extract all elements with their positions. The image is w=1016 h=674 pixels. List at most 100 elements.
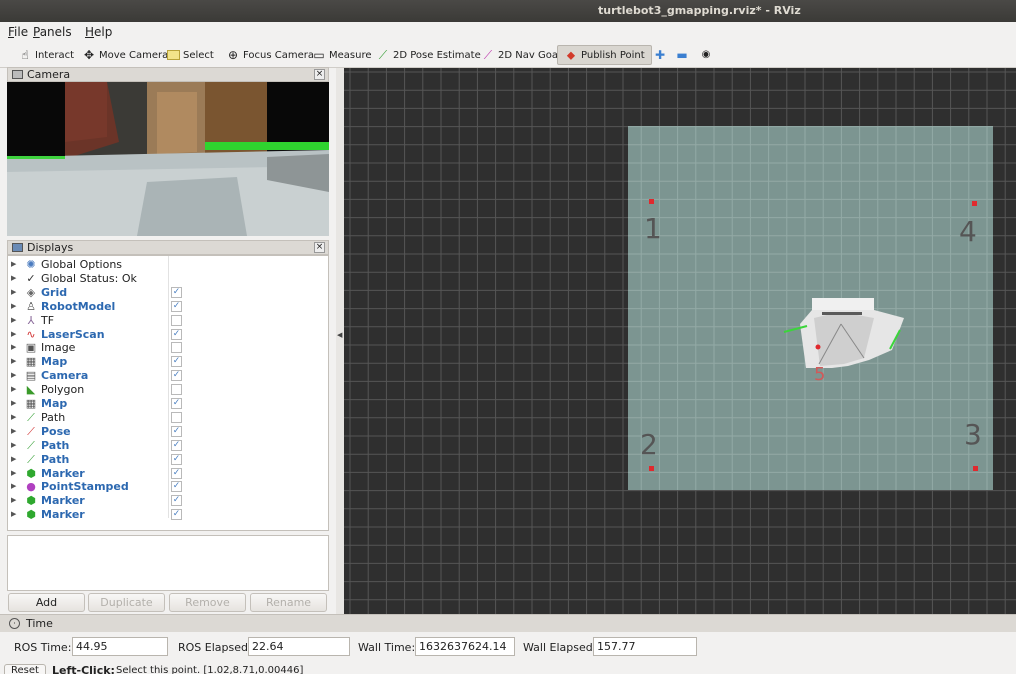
- pose-estimate-tool[interactable]: ⟋ 2D Pose Estimate: [376, 46, 481, 64]
- display-item[interactable]: ▶ ▤ Camera ✓: [8, 369, 328, 383]
- map-pin-icon: ⬥: [566, 48, 576, 62]
- reset-button[interactable]: Reset: [4, 664, 46, 674]
- interact-tool[interactable]: ☝ Interact: [18, 46, 74, 64]
- move-camera-tool[interactable]: ✥ Move Camera: [82, 46, 168, 64]
- goal-label: 5: [814, 364, 825, 385]
- enable-checkbox[interactable]: ✓: [171, 495, 182, 507]
- enable-checkbox[interactable]: ✓: [171, 356, 182, 368]
- display-item[interactable]: ▶ ● PointStamped ✓: [8, 480, 328, 494]
- ros-elapsed-field[interactable]: 22.64: [248, 637, 350, 656]
- display-item[interactable]: ▶ ⟋ Path ✓: [8, 453, 328, 467]
- marker-point-2[interactable]: [649, 466, 654, 471]
- wall-time-label: Wall Time:: [358, 641, 416, 654]
- expand-arrow-icon[interactable]: ▶: [11, 385, 16, 393]
- marker-point-1[interactable]: [649, 199, 654, 204]
- panel-splitter[interactable]: ◀: [336, 68, 344, 614]
- display-item-label: RobotModel: [41, 299, 116, 313]
- display-item[interactable]: ▶ ⬢ Marker ✓: [8, 494, 328, 508]
- select-tool[interactable]: Select: [167, 46, 214, 64]
- expand-arrow-icon[interactable]: ▶: [11, 302, 16, 310]
- view-dropdown-button[interactable]: ◉: [699, 46, 713, 64]
- displays-panel-header: Displays ×: [7, 240, 329, 255]
- expand-arrow-icon[interactable]: ▶: [11, 469, 16, 477]
- menu-help[interactable]: Help: [85, 25, 112, 39]
- expand-arrow-icon[interactable]: ▶: [11, 427, 16, 435]
- enable-checkbox[interactable]: ✓: [171, 481, 182, 493]
- publish-point-tool[interactable]: ⬥ Publish Point: [557, 45, 652, 65]
- menu-file[interactable]: File: [8, 25, 28, 39]
- display-item[interactable]: ▶ ◣ Polygon: [8, 383, 328, 397]
- expand-arrow-icon[interactable]: ▶: [11, 330, 16, 338]
- measure-label: Measure: [329, 49, 372, 61]
- add-tool-button[interactable]: ✚: [653, 46, 667, 64]
- wall-time-field[interactable]: 1632637624.14: [415, 637, 515, 656]
- 3d-viewport[interactable]: 1 4 2 3 5: [344, 68, 1016, 614]
- display-item[interactable]: ▶ ∿ LaserScan ✓: [8, 328, 328, 342]
- display-item[interactable]: ▶ ⬢ Marker ✓: [8, 467, 328, 481]
- enable-checkbox[interactable]: ✓: [171, 509, 182, 521]
- remove-button[interactable]: Remove: [169, 593, 246, 612]
- enable-checkbox[interactable]: [171, 314, 182, 326]
- enable-checkbox[interactable]: ✓: [171, 453, 182, 465]
- expand-arrow-icon[interactable]: ▶: [11, 274, 16, 282]
- laser-icon: ∿: [26, 327, 36, 341]
- measure-tool[interactable]: ▭ Measure: [312, 46, 372, 64]
- display-item[interactable]: ▶ ▦ Map ✓: [8, 355, 328, 369]
- enable-checkbox[interactable]: ✓: [171, 286, 182, 298]
- displays-panel-title: Displays: [27, 241, 74, 254]
- expand-arrow-icon[interactable]: ▶: [11, 357, 16, 365]
- display-item[interactable]: ▶ ⬢ Marker ✓: [8, 508, 328, 522]
- expand-arrow-icon[interactable]: ▶: [11, 371, 16, 379]
- marker-point-4[interactable]: [972, 201, 977, 206]
- close-icon[interactable]: ×: [314, 242, 325, 253]
- expand-arrow-icon[interactable]: ▶: [11, 260, 16, 268]
- close-icon[interactable]: ×: [314, 69, 325, 80]
- expand-arrow-icon[interactable]: ▶: [11, 441, 16, 449]
- goal-point[interactable]: [815, 344, 821, 350]
- expand-arrow-icon[interactable]: ▶: [11, 413, 16, 421]
- corner-label-2: 2: [640, 428, 658, 461]
- publish-point-label: Publish Point: [581, 49, 645, 61]
- display-item[interactable]: ▶ ⟋ Path ✓: [8, 439, 328, 453]
- expand-arrow-icon[interactable]: ▶: [11, 510, 16, 518]
- enable-checkbox[interactable]: ✓: [171, 439, 182, 451]
- menu-panels[interactable]: Panels: [33, 25, 72, 39]
- display-item[interactable]: ▶ ✓ Global Status: Ok: [8, 272, 328, 286]
- enable-checkbox[interactable]: ✓: [171, 300, 182, 312]
- enable-checkbox[interactable]: ✓: [171, 328, 182, 340]
- display-item[interactable]: ▶ ▣ Image: [8, 341, 328, 355]
- display-item[interactable]: ▶ ⅄ TF: [8, 314, 328, 328]
- remove-tool-button[interactable]: ▬: [675, 46, 689, 64]
- enable-checkbox[interactable]: ✓: [171, 467, 182, 479]
- expand-arrow-icon[interactable]: ▶: [11, 455, 16, 463]
- display-item[interactable]: ▶ ⟋ Path: [8, 411, 328, 425]
- enable-checkbox[interactable]: ✓: [171, 398, 182, 409]
- duplicate-button[interactable]: Duplicate: [88, 593, 165, 612]
- add-button[interactable]: Add: [8, 593, 85, 612]
- expand-arrow-icon[interactable]: ▶: [11, 399, 16, 407]
- expand-arrow-icon[interactable]: ▶: [11, 288, 16, 296]
- ros-time-field[interactable]: 44.95: [72, 637, 168, 656]
- enable-checkbox[interactable]: [171, 384, 182, 396]
- display-item[interactable]: ▶ ▦ Map ✓: [8, 397, 328, 411]
- focus-camera-tool[interactable]: ⊕ Focus Camera: [226, 46, 314, 64]
- display-item[interactable]: ▶ ◈ Grid ✓: [8, 286, 328, 300]
- nav-goal-tool[interactable]: ⟋ 2D Nav Goal: [481, 46, 561, 64]
- rename-button[interactable]: Rename: [250, 593, 327, 612]
- viewport-canvas[interactable]: 1 4 2 3 5: [344, 68, 1016, 614]
- expand-arrow-icon[interactable]: ▶: [11, 482, 16, 490]
- display-item[interactable]: ▶ ♙ RobotModel ✓: [8, 300, 328, 314]
- enable-checkbox[interactable]: ✓: [171, 425, 182, 437]
- expand-arrow-icon[interactable]: ▶: [11, 343, 16, 351]
- marker-point-3[interactable]: [973, 466, 978, 471]
- enable-checkbox[interactable]: [171, 342, 182, 354]
- enable-checkbox[interactable]: ✓: [171, 370, 182, 382]
- display-item[interactable]: ▶ ⟋ Pose ✓: [8, 425, 328, 439]
- toolbar: ☝ Interact ✥ Move Camera Select ⊕ Focus …: [0, 42, 1016, 68]
- expand-arrow-icon[interactable]: ▶: [11, 496, 16, 504]
- display-item[interactable]: ▶ ✺ Global Options: [8, 258, 328, 272]
- expand-arrow-icon[interactable]: ▶: [11, 316, 16, 324]
- collapse-arrow-icon[interactable]: ◀: [337, 331, 342, 339]
- enable-checkbox[interactable]: [171, 411, 182, 423]
- wall-elapsed-field[interactable]: 157.77: [593, 637, 697, 656]
